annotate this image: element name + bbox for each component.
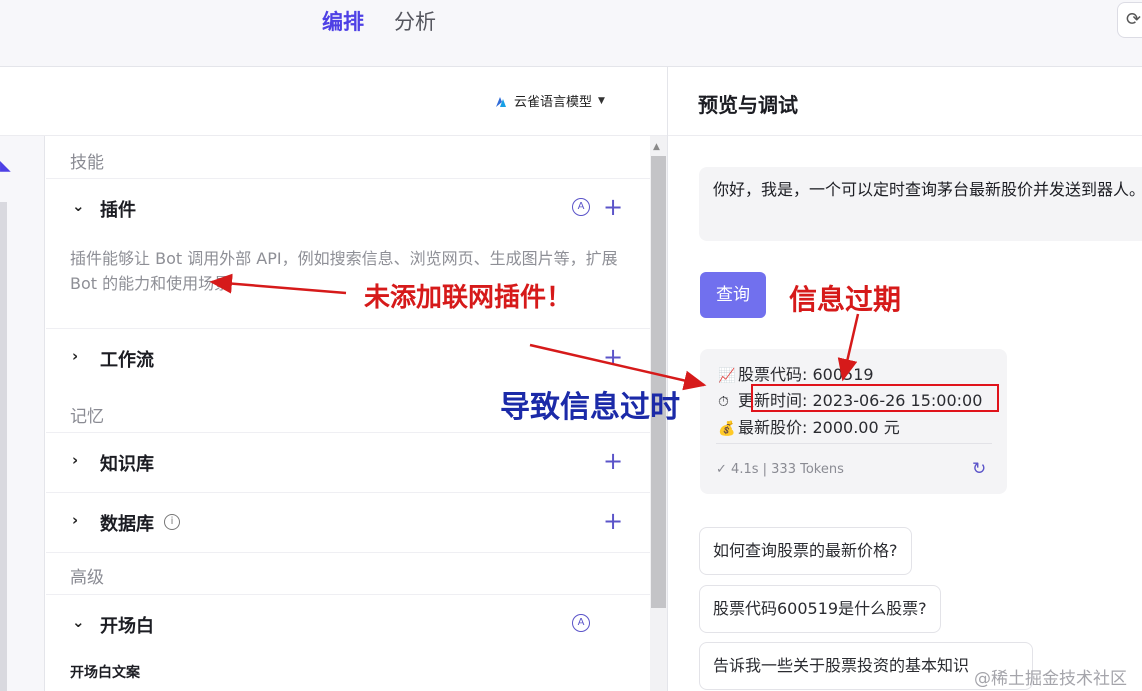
tab-analysis[interactable]: 分析 — [394, 6, 436, 36]
query-button[interactable]: 查询 — [700, 272, 766, 318]
model-name: 云雀语言模型 — [514, 95, 593, 110]
workflow-section[interactable]: › 工作流 + — [46, 328, 650, 388]
money-bag-icon: 💰 — [718, 421, 736, 437]
regenerate-icon[interactable]: ↻ — [972, 459, 986, 479]
group-title-skills: 技能 — [70, 153, 104, 173]
preview-divider — [668, 135, 1142, 136]
watermark: @稀土掘金技术社区 — [974, 669, 1127, 689]
annotation-expired: 信息过期 — [789, 283, 902, 316]
annotation-cause: 导致信息过时 — [500, 390, 680, 425]
chevron-down-icon: ▼ — [598, 95, 605, 106]
clock-icon: ⏱ — [718, 394, 729, 410]
left-strip-mark: ◣ — [0, 158, 11, 174]
add-knowledge-button[interactable]: + — [603, 447, 623, 475]
app-root: 编排 分析 ⟳ 云雀语言模型 ▼ ◣ 技能 ⌄ 插件 A + 插件能够让 Bot… — [0, 0, 1142, 691]
workflow-title: 工作流 — [100, 350, 154, 371]
meta-separator: | — [762, 462, 772, 477]
database-section[interactable]: › 数据库 i + — [46, 492, 650, 552]
database-title: 数据库 — [100, 514, 154, 535]
top-bar: 编排 分析 ⟳ — [0, 0, 1142, 67]
time-highlight-box — [751, 384, 999, 412]
knowledge-section[interactable]: › 知识库 + — [46, 432, 650, 492]
scroll-up-icon[interactable]: ▲ — [653, 142, 660, 152]
knowledge-title: 知识库 — [100, 454, 154, 475]
config-header: 云雀语言模型 ▼ — [0, 67, 667, 136]
opening-title[interactable]: 开场白 — [100, 612, 154, 638]
add-plugin-button[interactable]: + — [603, 193, 623, 221]
check-icon: ✓ — [716, 462, 727, 477]
left-strip-bar — [0, 202, 7, 691]
auto-icon[interactable]: A — [572, 198, 590, 216]
auto-icon[interactable]: A — [572, 614, 590, 632]
opening-sub-label: 开场白文案 — [70, 665, 140, 681]
chevron-down-icon[interactable]: ⌄ — [72, 197, 85, 215]
model-selector[interactable]: 云雀语言模型 ▼ — [494, 91, 605, 110]
greeting-message: 你好，我是，一个可以定时查询茅台最新股价并发送到器人。 — [699, 167, 1142, 241]
token-count: 333 Tokens — [771, 462, 844, 477]
chart-icon: 📈 — [718, 368, 736, 384]
plugin-title[interactable]: 插件 — [100, 196, 136, 222]
response-meta: ✓ 4.1s | 333 Tokens — [716, 462, 844, 477]
chevron-down-icon[interactable]: ⌄ — [72, 613, 85, 631]
annotation-no-plugin: 未添加联网插件！ — [364, 283, 573, 313]
info-icon[interactable]: i — [164, 514, 180, 530]
skylark-logo-icon — [496, 96, 506, 107]
stock-price-line: 💰 最新股价: 2000.00 元 — [718, 414, 900, 438]
add-workflow-button[interactable]: + — [603, 343, 623, 371]
preview-panel: 预览与调试 你好，我是，一个可以定时查询茅台最新股价并发送到器人。 查询 📈 股票… — [667, 67, 1142, 691]
chevron-right-icon: › — [72, 511, 79, 529]
stock-price: 最新股价: 2000.00 元 — [738, 418, 900, 437]
suggestion-2[interactable]: 股票代码600519是什么股票? — [699, 585, 941, 633]
stock-card: 📈 股票代码: 600519 ⏱ 更新时间: 2023-06-26 15:00:00… — [700, 349, 1007, 494]
tab-compose[interactable]: 编排 — [322, 6, 364, 36]
preview-title: 预览与调试 — [698, 93, 798, 117]
group-title-advanced: 高级 — [70, 568, 104, 588]
stock-code-line: 📈 股票代码: 600519 — [718, 361, 874, 385]
add-database-button[interactable]: + — [603, 507, 623, 535]
advanced-group-row: 高级 — [46, 552, 650, 592]
refresh-button[interactable]: ⟳ — [1117, 2, 1142, 38]
left-panel-strip: ◣ — [0, 136, 45, 691]
refresh-icon: ⟳ — [1126, 9, 1142, 30]
suggestion-1[interactable]: 如何查询股票的最新价格? — [699, 527, 912, 575]
chevron-right-icon: › — [72, 347, 79, 365]
latency: 4.1s — [731, 462, 759, 477]
group-title-memory: 记忆 — [70, 407, 104, 427]
stock-code: 股票代码: 600519 — [738, 365, 874, 384]
card-divider — [716, 443, 992, 444]
chevron-right-icon: › — [72, 451, 79, 469]
